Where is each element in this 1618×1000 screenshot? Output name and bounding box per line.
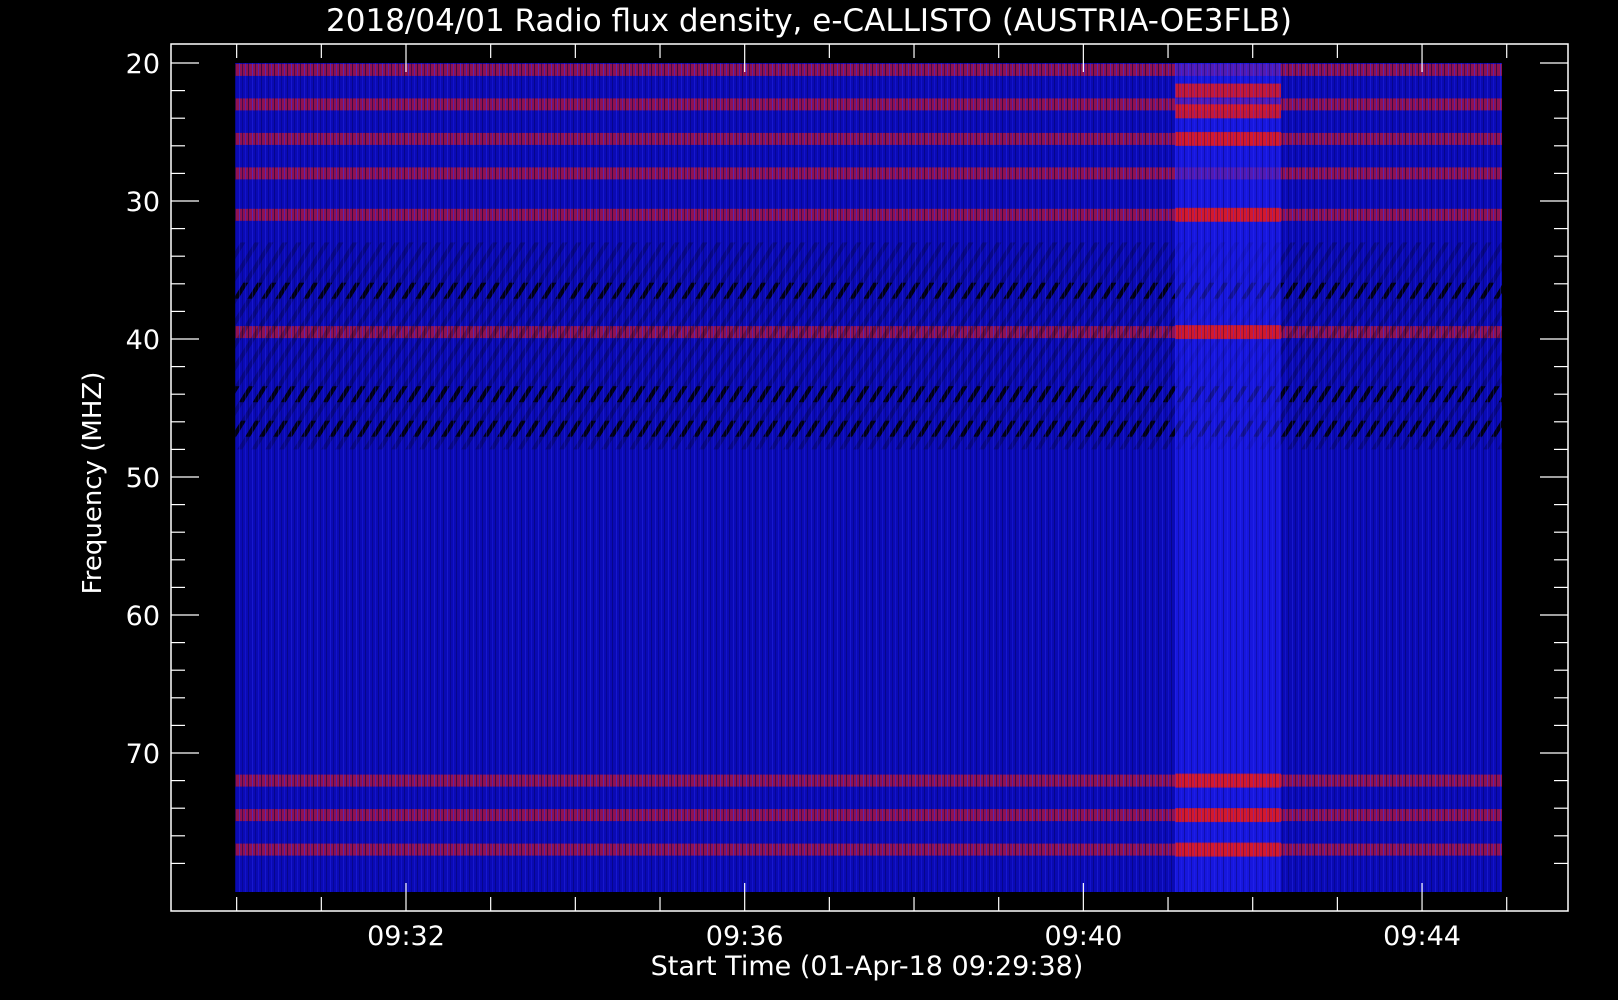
spectrogram-chart: 2018/04/01 Radio flux density, e-CALLIST… <box>78 3 1569 982</box>
x-tick-label: 09:36 <box>706 921 784 952</box>
y-tick-label: 30 <box>126 187 160 218</box>
y-tick-label: 70 <box>126 739 160 770</box>
heatmap-area <box>235 63 1502 892</box>
y-axis-label: Frequency (MHZ) <box>78 372 108 595</box>
y-tick-label: 20 <box>126 49 160 80</box>
x-tick-label: 09:32 <box>367 921 445 952</box>
x-axis-label: Start Time (01-Apr-18 09:29:38) <box>651 951 1084 982</box>
y-tick-label: 40 <box>126 325 160 356</box>
x-tick-label: 09:44 <box>1383 921 1461 952</box>
chart-title: 2018/04/01 Radio flux density, e-CALLIST… <box>326 3 1292 39</box>
y-tick-label: 50 <box>126 463 160 494</box>
noise-overlay <box>235 63 1502 892</box>
y-tick-label: 60 <box>126 601 160 632</box>
x-tick-label: 09:40 <box>1044 921 1122 952</box>
